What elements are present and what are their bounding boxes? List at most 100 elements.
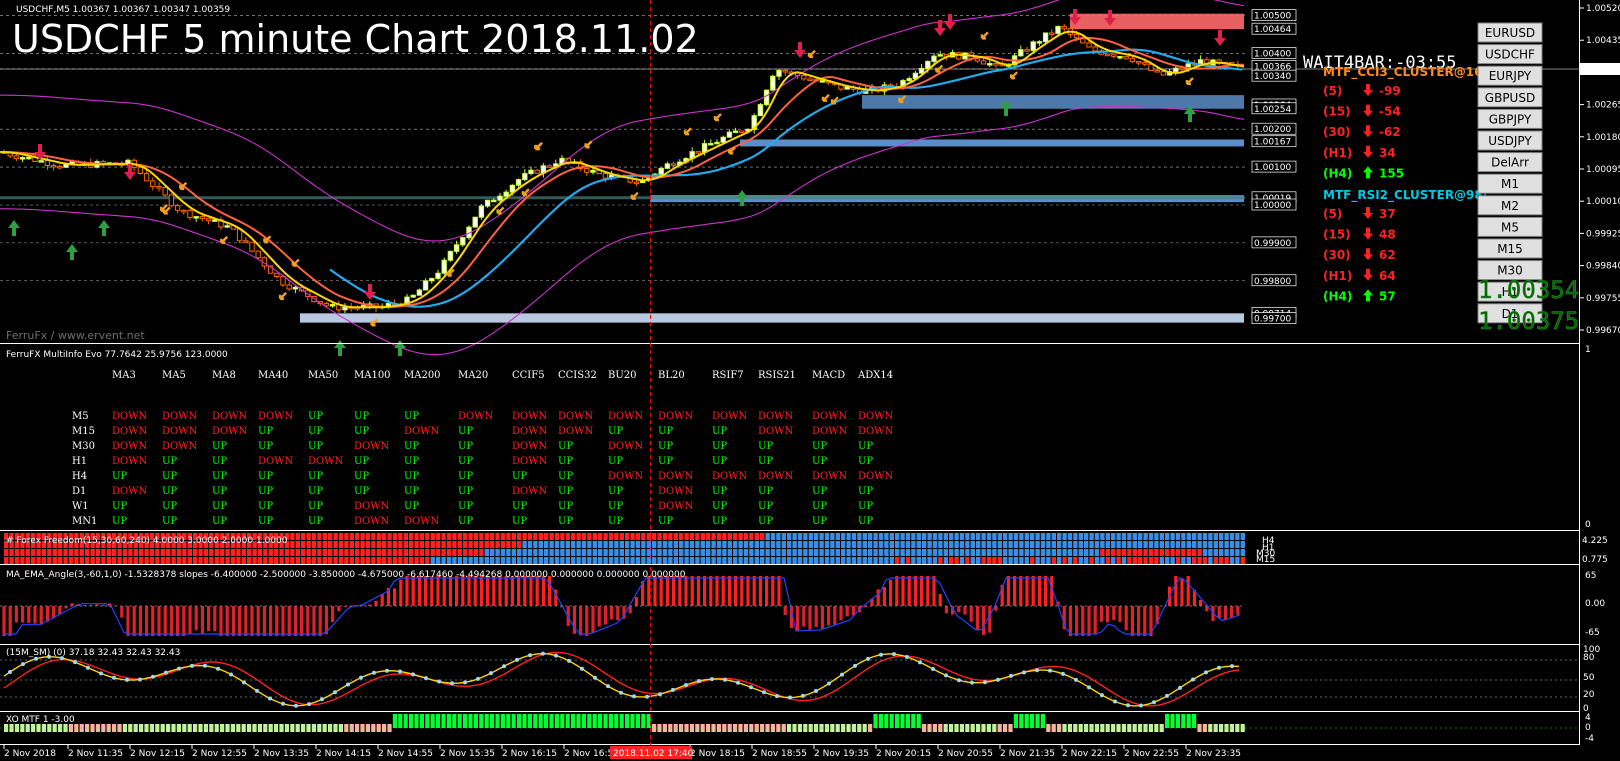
forex-freedom-cell (403, 557, 408, 564)
stoch-point (463, 680, 467, 685)
forex-freedom-cell (619, 557, 624, 564)
button-gbpusd[interactable]: GBPUSD (1477, 87, 1543, 108)
angle-bar (1013, 576, 1017, 606)
forex-freedom-cell (781, 541, 786, 548)
multiinfo-cell: UP (162, 456, 177, 467)
stoch-title: (15M_SM) (0) 37.18 32.43 32.43 32.43 (6, 648, 180, 658)
button-delarr[interactable]: DelArr (1477, 152, 1543, 173)
forex-freedom-cell (344, 541, 349, 548)
angle-bar (213, 606, 217, 632)
forex-freedom-cell (533, 557, 538, 564)
forex-freedom-cell (274, 549, 279, 556)
candle-body (13, 155, 20, 159)
forex-freedom-cell (1003, 541, 1008, 548)
candle-body (1030, 41, 1036, 51)
forex-freedom-cell (830, 533, 835, 540)
forex-freedom-cell (943, 541, 948, 548)
forex-freedom-cell (506, 533, 511, 540)
forex-freedom-cell (986, 549, 992, 556)
button-usdjpy[interactable]: USDJPY (1477, 130, 1543, 151)
forex-freedom-cell (473, 549, 479, 556)
forex-freedom-cell (544, 549, 549, 556)
button-m15[interactable]: M15 (1477, 238, 1543, 259)
forex-freedom-cell (58, 549, 63, 556)
forex-freedom-cell (20, 557, 25, 564)
forex-freedom-cell (1143, 533, 1148, 540)
multiinfo-cell: DOWN (112, 426, 147, 437)
angle-bar (926, 576, 930, 606)
forex-freedom-cell (1224, 557, 1229, 564)
forex-freedom-cell (684, 557, 689, 564)
button-gbpjpy[interactable]: GBPJPY (1477, 108, 1543, 129)
forex-freedom-cell (414, 549, 419, 556)
xo-bar (592, 714, 597, 728)
forex-freedom-cell (1175, 557, 1181, 564)
forex-freedom-cell (446, 557, 452, 564)
forex-freedom-cell (214, 557, 219, 564)
forex-freedom-cell (257, 549, 263, 556)
forex-freedom-cell (360, 557, 365, 564)
angle-bar (616, 606, 620, 621)
stoch-point (580, 666, 584, 671)
time-axis-label: 2 Nov 11:35 (68, 749, 123, 759)
forex-freedom-cell (565, 541, 570, 548)
angle-bar (907, 576, 911, 606)
button-usdchf[interactable]: USDCHF (1477, 44, 1543, 65)
forex-freedom-cell (565, 557, 570, 564)
angle-bar (541, 576, 545, 606)
multiinfo-cell: UP (308, 441, 323, 452)
button-eurjpy[interactable]: EURJPY (1477, 65, 1543, 86)
xo-bar (1192, 714, 1197, 728)
forex-freedom-cell (706, 549, 711, 556)
forex-freedom-cell (1111, 533, 1116, 540)
button-m5[interactable]: M5 (1477, 216, 1543, 237)
multiinfo-cell: DOWN (258, 456, 293, 467)
xo-bar (36, 724, 41, 732)
forex-freedom-cell (290, 557, 295, 564)
candle-body (1117, 55, 1123, 59)
forex-freedom-cell (479, 549, 484, 556)
button-label: GBPUSD (1485, 91, 1535, 105)
candle-body (925, 60, 931, 69)
angle-bar (548, 576, 552, 606)
candle-body (1061, 25, 1067, 30)
mtf_rsi-title: MTF_RSI2_CLUSTER@98/ (1323, 188, 1488, 203)
candle-body (410, 294, 416, 298)
multiinfo-cell: DOWN (658, 471, 693, 482)
forex-freedom-cell (981, 549, 986, 556)
xo-bar (544, 714, 549, 728)
button-m1[interactable]: M1 (1477, 173, 1543, 194)
xo-bar (484, 714, 489, 728)
forex-freedom-cell (1073, 541, 1078, 548)
forex-freedom-cell (959, 533, 965, 540)
angle-bar (814, 606, 818, 627)
angle-bar (380, 594, 384, 606)
forex-freedom-cell (727, 533, 732, 540)
multiinfo-row-label: D1 (72, 486, 86, 497)
forex-freedom-cell (1213, 541, 1218, 548)
price-axis-label: 1.00435 (1586, 36, 1620, 46)
angle-bar (715, 576, 719, 606)
button-eurusd[interactable]: EURUSD (1477, 22, 1543, 43)
multiinfo-cell: DOWN (112, 486, 147, 497)
forex-freedom-cell (484, 557, 489, 564)
forex-freedom-cell (625, 549, 630, 556)
candle-body (286, 284, 292, 290)
stoch-point (1217, 665, 1221, 670)
stoch-point (437, 679, 441, 684)
forex-freedom-cell (144, 557, 149, 564)
chart-window[interactable]: USDCHF,M5 1.00367 1.00367 1.00347 1.0035… (0, 0, 1620, 761)
xo-bar (1186, 714, 1191, 728)
forex-freedom-cell (592, 541, 597, 548)
multiinfo-column-header: MACD (812, 370, 845, 381)
forex-freedom-cell (344, 557, 349, 564)
forex-freedom-cell (414, 533, 419, 540)
small-signal-arrow-icon (713, 113, 722, 122)
forex-freedom-cell (85, 549, 90, 556)
button-m2[interactable]: M2 (1477, 195, 1543, 216)
angle-bar (845, 606, 849, 617)
forex-freedom-cell (711, 549, 716, 556)
forex-freedom-cell (970, 557, 975, 564)
forex-freedom-cell (1030, 549, 1035, 556)
forex-freedom-cell (581, 557, 587, 564)
